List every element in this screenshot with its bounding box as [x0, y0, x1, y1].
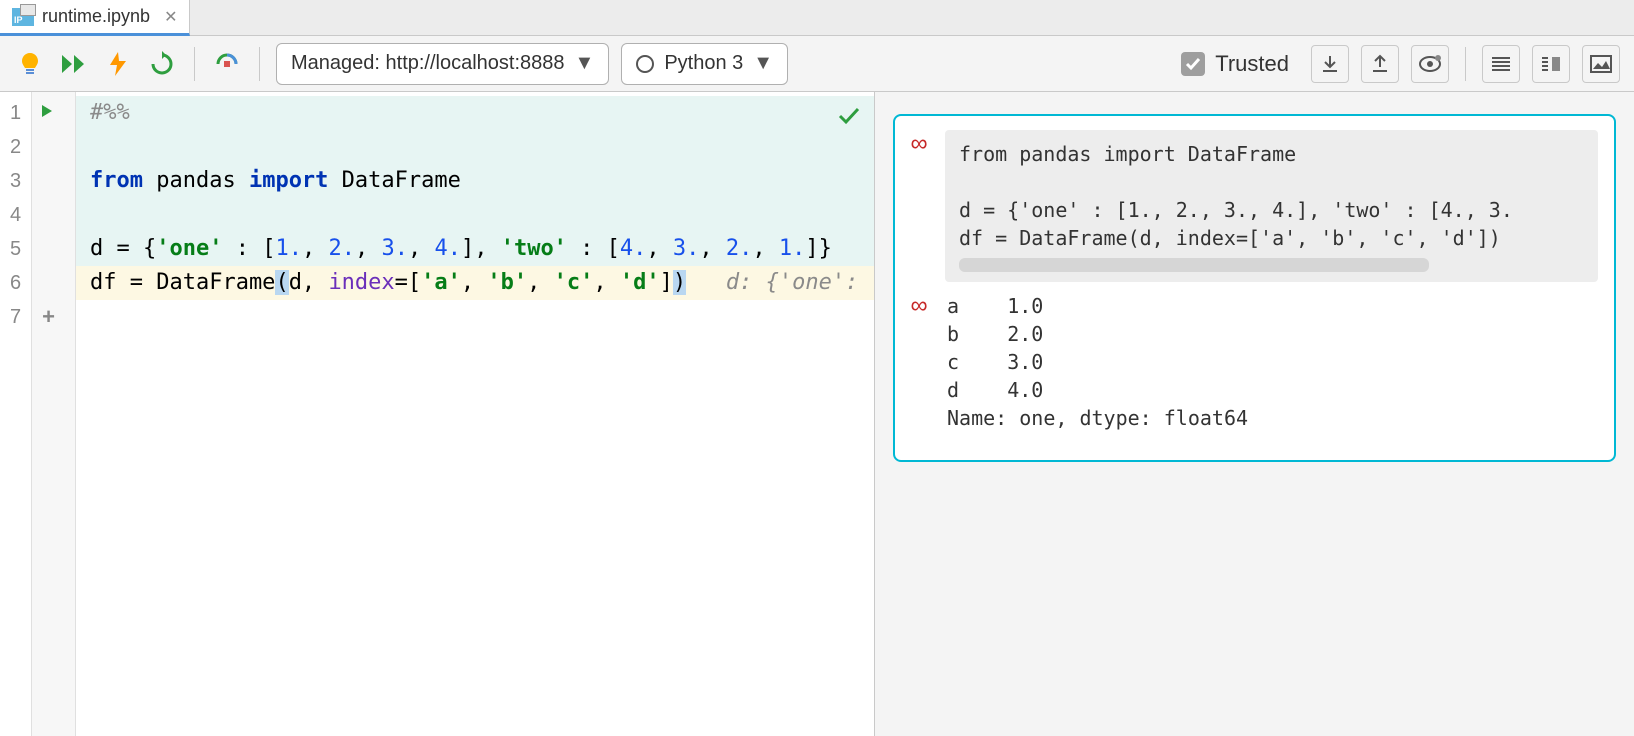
jupyter-file-icon: IP: [12, 8, 34, 26]
gutter-line[interactable]: 5: [0, 232, 31, 266]
upload-output-button[interactable]: [1361, 45, 1399, 83]
run-cell-icon[interactable]: [39, 102, 55, 125]
execution-count-icon: ∞: [905, 292, 933, 320]
jupyter-server-dropdown[interactable]: Managed: http://localhost:8888 ▼: [276, 43, 609, 85]
soft-wrap-button[interactable]: [1482, 45, 1520, 83]
restart-kernel-button[interactable]: [146, 48, 178, 80]
interrupt-kernel-button[interactable]: [211, 48, 243, 80]
gutter-line[interactable]: 2: [0, 130, 31, 164]
tab-bar: IP runtime.ipynb ✕: [0, 0, 1634, 36]
close-tab-icon[interactable]: ✕: [164, 7, 177, 27]
editor-tab[interactable]: IP runtime.ipynb ✕: [0, 0, 190, 36]
output-code-preview[interactable]: from pandas import DataFrame d = {'one' …: [945, 130, 1598, 282]
layout-button[interactable]: [1532, 45, 1570, 83]
gutter-line[interactable]: 7+: [0, 300, 31, 334]
trusted-checkbox-icon: [1181, 52, 1205, 76]
chevron-down-icon: ▼: [575, 52, 595, 75]
run-cell-button[interactable]: [102, 48, 134, 80]
cell-gutter: 1 2 3 4 5 6 7+: [0, 92, 32, 736]
output-pane: ∞ from pandas import DataFrame d = {'one…: [874, 92, 1634, 736]
output-result: a 1.0 b 2.0 c 3.0 d 4.0 Name: one, dtype…: [945, 292, 1248, 432]
ide-bulb-button[interactable]: [14, 48, 46, 80]
add-cell-icon[interactable]: +: [42, 304, 55, 330]
server-label: Managed: http://localhost:8888: [291, 52, 565, 75]
gutter-line[interactable]: 3: [0, 164, 31, 198]
trusted-label: Trusted: [1215, 51, 1289, 77]
gutter-line[interactable]: 1: [0, 96, 31, 130]
variables-button[interactable]: [1411, 45, 1449, 83]
gutter-line[interactable]: 4: [0, 198, 31, 232]
chevron-down-icon: ▼: [753, 52, 773, 75]
tab-filename: runtime.ipynb: [42, 6, 150, 27]
notebook-toolbar: Managed: http://localhost:8888 ▼ Python …: [0, 36, 1634, 92]
toolbar-separator: [1465, 47, 1466, 81]
run-gutter: [32, 92, 76, 736]
execution-count-icon: ∞: [905, 130, 933, 158]
download-output-button[interactable]: [1311, 45, 1349, 83]
main-area: 1 2 3 4 5 6 7+ #%% from pandas import Da…: [0, 92, 1634, 736]
run-all-button[interactable]: [58, 48, 90, 80]
code-editor[interactable]: #%% from pandas import DataFrame d = {'o…: [76, 92, 874, 736]
kernel-dropdown[interactable]: Python 3 ▼: [621, 43, 788, 85]
code-content: #%% from pandas import DataFrame d = {'o…: [76, 92, 874, 300]
toolbar-separator: [194, 47, 195, 81]
trusted-toggle[interactable]: Trusted: [1181, 51, 1289, 77]
gutter-line[interactable]: 6: [0, 266, 31, 300]
kernel-status-icon: [636, 55, 654, 73]
output-cell: ∞ from pandas import DataFrame d = {'one…: [893, 114, 1616, 462]
image-output-button[interactable]: [1582, 45, 1620, 83]
kernel-label: Python 3: [664, 52, 743, 75]
toolbar-separator: [259, 47, 260, 81]
horizontal-scrollbar[interactable]: [959, 258, 1429, 272]
